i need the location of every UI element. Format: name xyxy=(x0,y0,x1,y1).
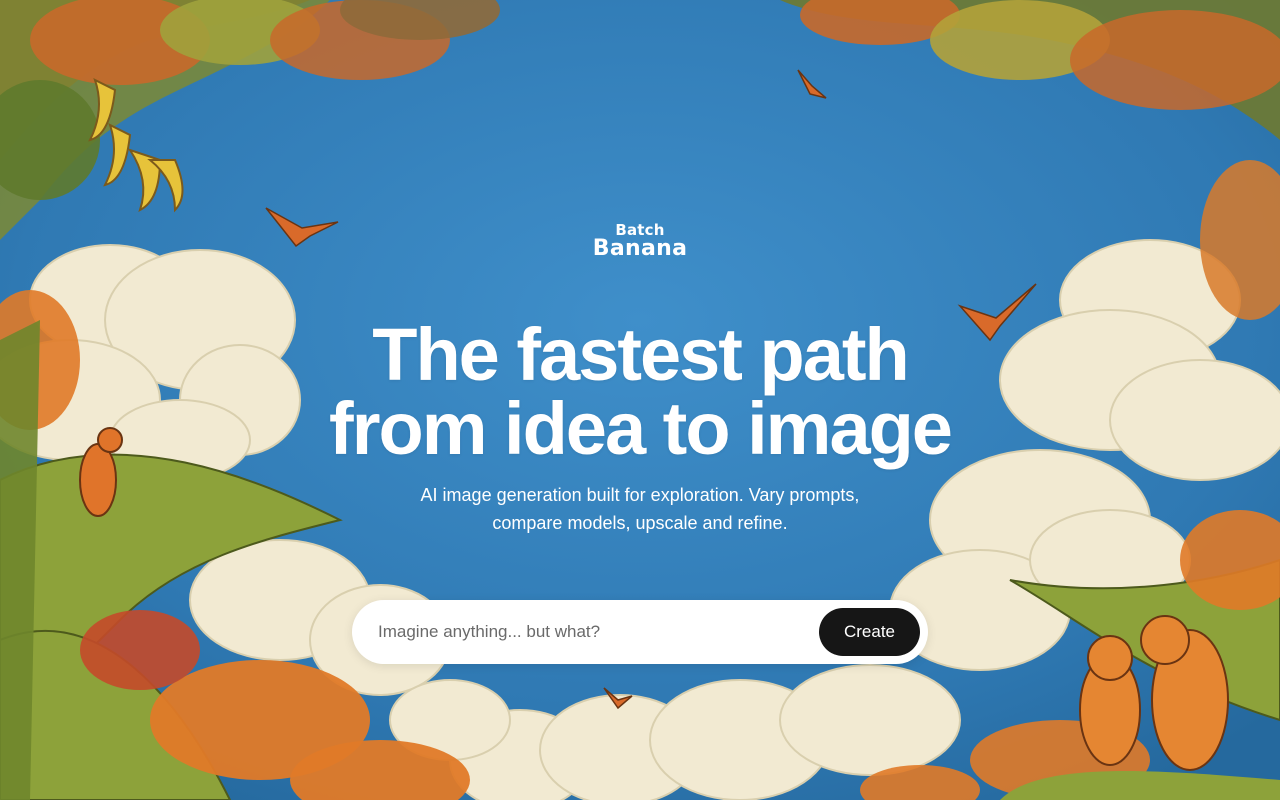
hero-subtitle: AI image generation built for exploratio… xyxy=(0,481,1280,537)
hero-headline-line1: The fastest path xyxy=(372,313,909,396)
hero-headline: The fastest path from idea to image xyxy=(0,318,1280,466)
prompt-input[interactable] xyxy=(378,614,808,650)
brand-logo[interactable]: Batch Banana xyxy=(0,222,1280,260)
brand-logo-line2: Banana xyxy=(592,236,688,261)
hero-subtitle-line1: AI image generation built for exploratio… xyxy=(420,485,860,505)
hero-subtitle-line2: compare models, upscale and refine. xyxy=(492,513,788,533)
hero-headline-line2: from idea to image xyxy=(329,387,953,470)
create-button[interactable]: Create xyxy=(819,608,920,656)
prompt-bar: Create xyxy=(352,600,928,664)
